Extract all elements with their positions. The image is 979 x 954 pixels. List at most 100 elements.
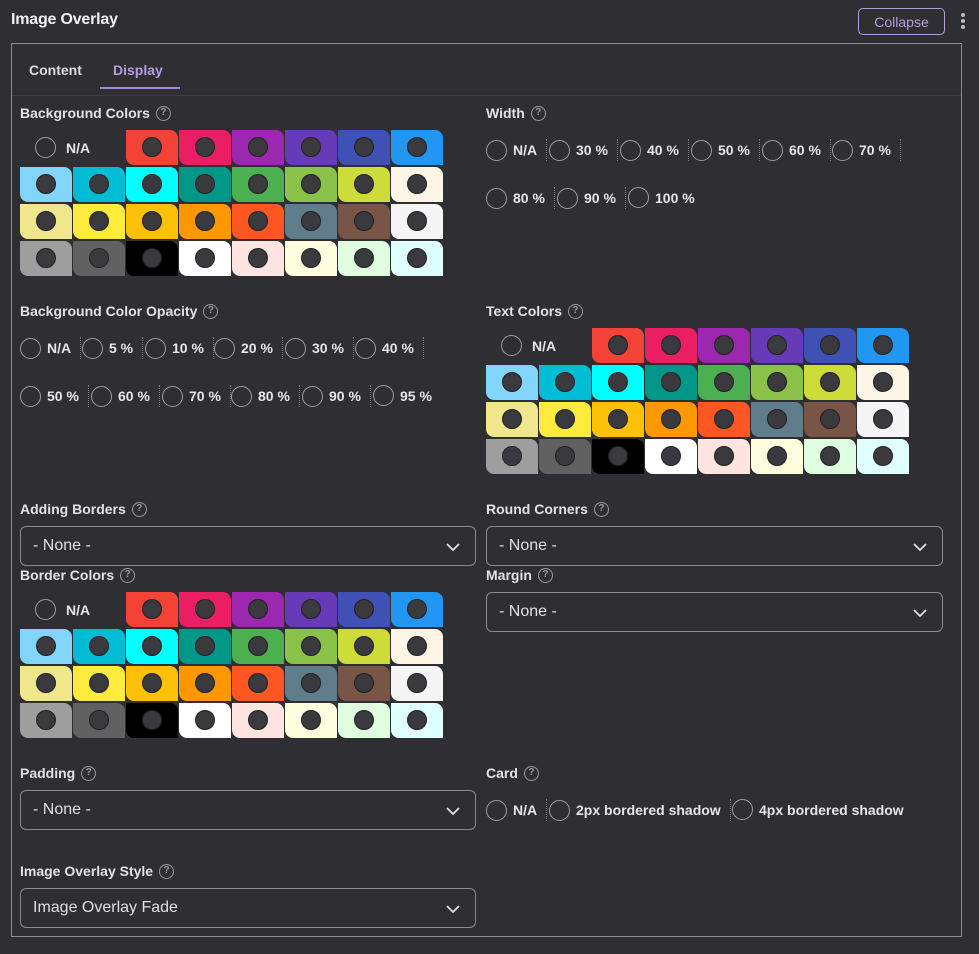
border-color-swatch[interactable] bbox=[73, 703, 125, 738]
background-color-swatch[interactable] bbox=[126, 167, 178, 202]
padding-select[interactable]: - None - bbox=[20, 790, 476, 830]
border-color-swatch[interactable] bbox=[285, 666, 337, 701]
background-color-na-option[interactable]: N/A bbox=[35, 137, 90, 158]
background-color-swatch[interactable] bbox=[391, 241, 443, 276]
width-option[interactable]: 50 % bbox=[691, 139, 760, 161]
text-color-swatch[interactable] bbox=[539, 365, 591, 400]
background-color-swatch[interactable] bbox=[73, 241, 125, 276]
border-color-swatch[interactable] bbox=[232, 703, 284, 738]
background-color-swatch[interactable] bbox=[285, 204, 337, 239]
radio-circle[interactable] bbox=[486, 139, 507, 161]
text-color-swatch[interactable] bbox=[804, 439, 856, 474]
help-icon[interactable]: ? bbox=[593, 501, 609, 517]
collapse-button[interactable]: Collapse bbox=[858, 8, 945, 35]
text-color-swatch[interactable] bbox=[698, 365, 750, 400]
background-color-swatch[interactable] bbox=[232, 130, 284, 165]
text-color-swatch[interactable] bbox=[592, 402, 644, 437]
border-color-swatch[interactable] bbox=[232, 592, 284, 627]
radio-circle[interactable] bbox=[91, 385, 112, 407]
bg-opacity-option[interactable]: 5 % bbox=[82, 337, 143, 359]
border-color-swatch[interactable] bbox=[338, 703, 390, 738]
bg-opacity-option[interactable]: 80 % bbox=[231, 385, 300, 407]
text-color-swatch[interactable] bbox=[857, 439, 909, 474]
card-option[interactable]: 2px bordered shadow bbox=[549, 799, 731, 821]
bg-opacity-option[interactable]: 70 % bbox=[162, 385, 231, 407]
radio-circle[interactable] bbox=[732, 799, 753, 820]
bg-opacity-option[interactable]: 40 % bbox=[355, 337, 424, 359]
border-color-swatch[interactable] bbox=[391, 703, 443, 738]
background-color-swatch[interactable] bbox=[20, 167, 72, 202]
width-option[interactable]: 70 % bbox=[832, 139, 901, 161]
text-color-swatch[interactable] bbox=[804, 328, 856, 363]
background-color-swatch[interactable] bbox=[73, 167, 125, 202]
radio-circle[interactable] bbox=[620, 139, 641, 161]
help-icon[interactable]: ? bbox=[81, 765, 97, 781]
border-color-swatch[interactable] bbox=[179, 703, 231, 738]
text-color-swatch[interactable] bbox=[539, 402, 591, 437]
round-corners-select[interactable]: - None - bbox=[486, 526, 943, 566]
background-color-swatch[interactable] bbox=[73, 204, 125, 239]
border-color-swatch[interactable] bbox=[391, 629, 443, 664]
border-color-swatch[interactable] bbox=[126, 666, 178, 701]
bg-opacity-option[interactable]: N/A bbox=[20, 337, 81, 359]
radio-circle[interactable] bbox=[35, 137, 56, 158]
border-color-swatch[interactable] bbox=[285, 703, 337, 738]
width-option[interactable]: 100 % bbox=[628, 187, 695, 208]
text-color-swatch[interactable] bbox=[698, 328, 750, 363]
help-icon[interactable]: ? bbox=[159, 863, 175, 879]
bg-opacity-option[interactable]: 30 % bbox=[285, 337, 354, 359]
border-color-swatch[interactable] bbox=[179, 629, 231, 664]
border-color-swatch[interactable] bbox=[391, 666, 443, 701]
bg-opacity-option[interactable]: 60 % bbox=[91, 385, 160, 407]
border-color-swatch[interactable] bbox=[285, 592, 337, 627]
tab-display[interactable]: Display bbox=[113, 62, 163, 78]
radio-circle[interactable] bbox=[628, 187, 649, 208]
text-color-swatch[interactable] bbox=[645, 365, 697, 400]
radio-circle[interactable] bbox=[373, 385, 394, 406]
text-color-swatch[interactable] bbox=[751, 365, 803, 400]
radio-circle[interactable] bbox=[162, 385, 183, 407]
text-color-swatch[interactable] bbox=[592, 365, 644, 400]
background-color-swatch[interactable] bbox=[391, 130, 443, 165]
background-color-swatch[interactable] bbox=[285, 130, 337, 165]
text-color-swatch[interactable] bbox=[645, 402, 697, 437]
width-option[interactable]: 60 % bbox=[762, 139, 831, 161]
text-color-swatch[interactable] bbox=[486, 402, 538, 437]
width-option[interactable]: 30 % bbox=[549, 139, 618, 161]
border-color-swatch[interactable] bbox=[73, 629, 125, 664]
background-color-swatch[interactable] bbox=[391, 167, 443, 202]
border-color-swatch[interactable] bbox=[126, 629, 178, 664]
text-color-swatch[interactable] bbox=[698, 439, 750, 474]
text-color-swatch[interactable] bbox=[486, 365, 538, 400]
border-color-swatch[interactable] bbox=[179, 592, 231, 627]
background-color-swatch[interactable] bbox=[285, 241, 337, 276]
border-color-swatch[interactable] bbox=[126, 592, 178, 627]
bg-opacity-option[interactable]: 10 % bbox=[145, 337, 214, 359]
background-color-swatch[interactable] bbox=[338, 130, 390, 165]
text-color-swatch[interactable] bbox=[857, 328, 909, 363]
help-icon[interactable]: ? bbox=[203, 303, 219, 319]
text-color-swatch[interactable] bbox=[645, 439, 697, 474]
text-color-swatch[interactable] bbox=[857, 402, 909, 437]
radio-circle[interactable] bbox=[832, 139, 853, 161]
radio-circle[interactable] bbox=[691, 139, 712, 161]
border-color-swatch[interactable] bbox=[285, 629, 337, 664]
help-icon[interactable]: ? bbox=[523, 765, 539, 781]
radio-circle[interactable] bbox=[214, 337, 235, 359]
width-option[interactable]: 80 % bbox=[486, 187, 555, 209]
border-color-swatch[interactable] bbox=[20, 629, 72, 664]
margin-select[interactable]: - None - bbox=[486, 592, 943, 632]
radio-circle[interactable] bbox=[20, 337, 41, 359]
help-icon[interactable]: ? bbox=[567, 303, 583, 319]
card-option[interactable]: 4px bordered shadow bbox=[732, 799, 904, 820]
background-color-swatch[interactable] bbox=[232, 241, 284, 276]
text-color-swatch[interactable] bbox=[857, 365, 909, 400]
text-color-swatch[interactable] bbox=[804, 365, 856, 400]
background-color-swatch[interactable] bbox=[338, 204, 390, 239]
width-option[interactable]: N/A bbox=[486, 139, 547, 161]
border-color-swatch[interactable] bbox=[126, 703, 178, 738]
background-color-swatch[interactable] bbox=[232, 167, 284, 202]
background-color-swatch[interactable] bbox=[232, 204, 284, 239]
radio-circle[interactable] bbox=[501, 335, 522, 356]
more-options-icon[interactable] bbox=[956, 11, 970, 31]
